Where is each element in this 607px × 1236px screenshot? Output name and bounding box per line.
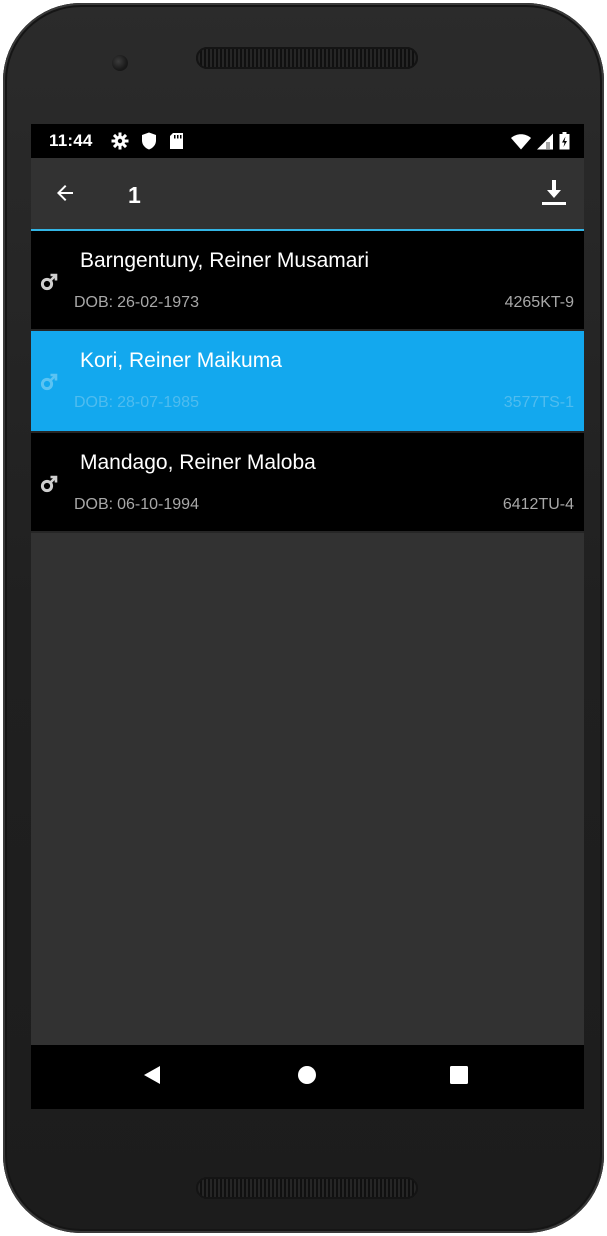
nav-recents-icon	[448, 1064, 470, 1091]
status-notification-icons	[111, 132, 184, 155]
bottom-speaker	[196, 1177, 418, 1199]
front-camera	[112, 55, 128, 71]
male-icon	[40, 273, 58, 291]
status-system-icons	[511, 132, 570, 155]
dob-value: 26-02-1973	[117, 294, 199, 311]
download-button[interactable]	[536, 176, 572, 212]
system-navigation-bar	[31, 1045, 584, 1109]
patient-name: Barngentuny, Reiner Musamari	[80, 249, 370, 272]
download-icon	[539, 177, 569, 212]
patient-row[interactable]: Mandago, Reiner Maloba DOB: 06-10-1994 64…	[31, 433, 584, 533]
status-bar: 11:44	[31, 124, 584, 158]
nav-back-icon	[141, 1064, 163, 1091]
page-title: 1	[128, 182, 141, 208]
nav-home-button[interactable]	[292, 1062, 322, 1092]
nav-home-icon	[296, 1064, 318, 1091]
screen: 11:44 1 Barngentuny, Reiner Musamari DOB…	[31, 124, 584, 1109]
dob-label: DOB:	[74, 394, 114, 411]
battery-icon	[559, 132, 570, 155]
wifi-icon	[511, 133, 531, 155]
dob-value: 06-10-1994	[117, 496, 199, 513]
back-button[interactable]	[47, 177, 83, 213]
dob-label: DOB:	[74, 294, 114, 311]
patient-row-selected[interactable]: Kori, Reiner Maikuma DOB: 28-07-1985 3577…	[31, 331, 584, 433]
patient-list: Barngentuny, Reiner Musamari DOB: 26-02-1…	[31, 231, 584, 533]
nav-back-button[interactable]	[137, 1062, 167, 1092]
patient-record-id: 3577TS-1	[503, 394, 574, 411]
patient-record-id: 4265KT-9	[504, 294, 574, 311]
arrow-back-icon	[53, 181, 77, 210]
signal-icon	[537, 133, 553, 155]
patient-dob: DOB: 06-10-1994	[74, 496, 199, 514]
dob-label: DOB:	[74, 496, 114, 513]
sd-card-icon	[169, 132, 184, 155]
patient-dob: DOB: 26-02-1973	[74, 294, 199, 312]
status-time: 11:44	[49, 131, 93, 150]
app-bar: 1	[31, 158, 584, 231]
dob-value: 28-07-1985	[117, 394, 199, 411]
nav-recents-button[interactable]	[444, 1062, 474, 1092]
patient-name: Mandago, Reiner Maloba	[80, 451, 316, 474]
patient-row[interactable]: Barngentuny, Reiner Musamari DOB: 26-02-1…	[31, 231, 584, 331]
male-icon	[40, 373, 58, 391]
patient-name: Kori, Reiner Maikuma	[80, 349, 282, 372]
settings-icon	[111, 132, 129, 155]
shield-icon	[141, 132, 157, 155]
patient-record-id: 6412TU-4	[502, 496, 574, 513]
earpiece-speaker	[196, 47, 418, 69]
patient-dob: DOB: 28-07-1985	[74, 394, 199, 412]
male-icon	[40, 475, 58, 493]
